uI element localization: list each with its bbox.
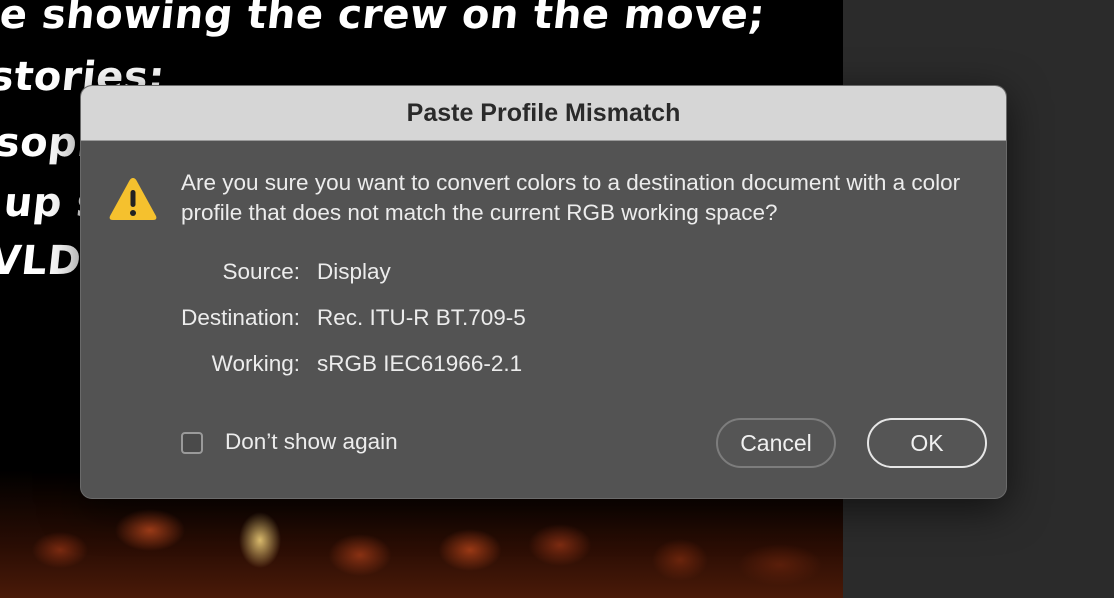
- paste-profile-mismatch-dialog: Paste Profile Mismatch Are you sure you …: [80, 85, 1007, 499]
- destination-label: Destination:: [181, 305, 300, 330]
- working-value: sRGB IEC61966-2.1: [317, 351, 523, 376]
- destination-row: Destination: Rec. ITU-R BT.709-5: [81, 303, 526, 333]
- working-row: Working: sRGB IEC61966-2.1: [81, 349, 522, 379]
- dialog-message: Are you sure you want to convert colors …: [181, 170, 961, 225]
- source-label: Source:: [222, 259, 300, 284]
- dialog-title: Paste Profile Mismatch: [406, 98, 681, 127]
- source-value: Display: [317, 259, 391, 284]
- working-label: Working:: [211, 351, 300, 376]
- dont-show-again-checkbox[interactable]: [181, 432, 203, 454]
- dialog-titlebar[interactable]: Paste Profile Mismatch: [81, 86, 1006, 141]
- source-row: Source: Display: [81, 257, 391, 287]
- warning-triangle-icon: [109, 178, 157, 220]
- canvas-text-line: e showing the crew on the move;: [0, 0, 768, 38]
- ok-button[interactable]: OK: [867, 418, 987, 468]
- cancel-button[interactable]: Cancel: [716, 418, 836, 468]
- app-workspace: e showing the crew on the move; stories;…: [0, 0, 1114, 598]
- dont-show-again-label[interactable]: Don’t show again: [225, 429, 398, 455]
- destination-value: Rec. ITU-R BT.709-5: [317, 305, 526, 330]
